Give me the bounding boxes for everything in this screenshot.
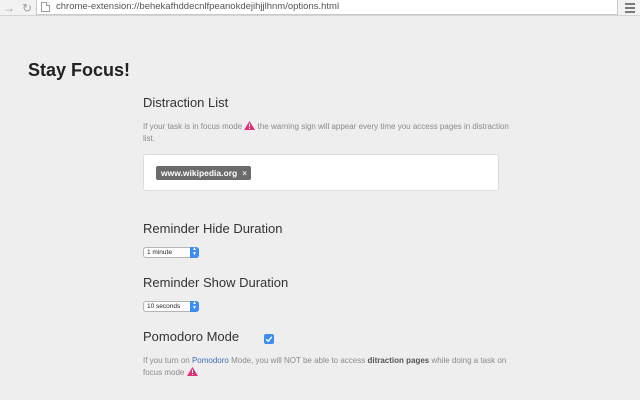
checkmark-icon	[265, 336, 273, 343]
distraction-tags-input[interactable]: www.wikipedia.org ×	[143, 154, 499, 191]
warning-icon	[186, 367, 198, 376]
warning-icon	[244, 121, 256, 130]
select-arrows-icon: ▲ ▼	[190, 301, 199, 312]
page-title: Stay Focus!	[28, 60, 131, 80]
address-bar[interactable]: chrome-extension://behekafhddecnlfpeanok…	[36, 0, 618, 15]
tag-remove-icon[interactable]: ×	[242, 167, 247, 181]
page-icon	[41, 2, 50, 12]
menu-icon[interactable]	[624, 2, 636, 14]
pomodoro-link[interactable]: Pomodoro	[192, 356, 229, 365]
pomodoro-help: If you turn on Pomodoro Mode, you will N…	[143, 355, 513, 379]
help-text-start: If your task is in focus mode	[143, 122, 243, 131]
distraction-list-help: If your task is in focus mode the warnin…	[143, 121, 513, 145]
tag-label: www.wikipedia.org	[161, 168, 238, 178]
pomodoro-help-bold: ditraction pages	[367, 356, 430, 365]
browser-toolbar: → ↻ chrome-extension://behekafhddecnlfpe…	[0, 0, 640, 16]
reminder-show-duration-heading: Reminder Show Duration	[143, 275, 289, 290]
select-value: 10 seconds	[147, 303, 181, 310]
reminder-show-duration-select[interactable]: 10 seconds ▲ ▼	[143, 301, 199, 312]
pomodoro-help-2: Mode, you will NOT be able to access	[231, 356, 366, 365]
reminder-hide-duration-select[interactable]: 1 minute ▲ ▼	[143, 247, 199, 258]
select-value: 1 minute	[147, 249, 172, 256]
forward-arrow-icon[interactable]: →	[2, 1, 16, 15]
pomodoro-mode-heading: Pomodoro Mode	[143, 329, 240, 344]
pomodoro-help-1: If you turn on	[143, 356, 190, 365]
pomodoro-mode-checkbox[interactable]	[264, 334, 274, 344]
url-text[interactable]: chrome-extension://behekafhddecnlfpeanok…	[56, 1, 339, 13]
reload-icon[interactable]: ↻	[20, 1, 34, 15]
reminder-hide-duration-heading: Reminder Hide Duration	[143, 221, 283, 236]
distraction-list-heading: Distraction List	[143, 95, 229, 110]
select-arrows-icon: ▲ ▼	[190, 247, 199, 258]
distraction-tag: www.wikipedia.org ×	[156, 166, 251, 180]
